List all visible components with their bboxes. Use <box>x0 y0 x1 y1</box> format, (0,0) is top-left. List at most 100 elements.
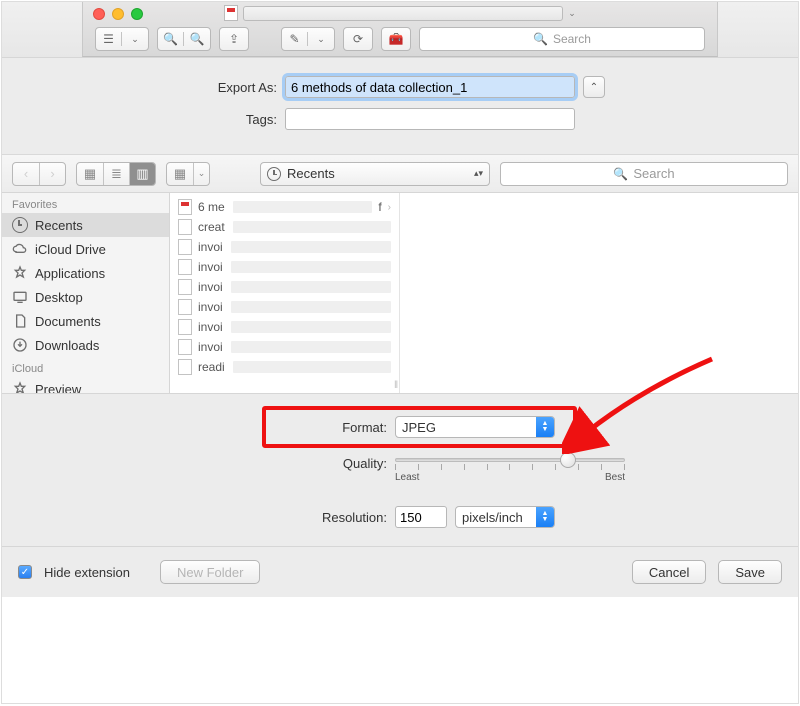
resolution-input[interactable] <box>395 506 447 528</box>
slider-thumb[interactable] <box>560 452 576 468</box>
file-name: invoi <box>198 300 223 314</box>
desktop-icon <box>12 289 28 305</box>
highlight-icon[interactable]: ✎ <box>282 32 308 46</box>
pdf-icon <box>178 199 192 215</box>
quality-slider[interactable]: Least Best <box>395 448 625 478</box>
file-row[interactable]: invoi <box>170 297 399 317</box>
file-icon <box>178 279 192 295</box>
search-icon: 🔍 <box>533 32 548 46</box>
file-row[interactable]: invoi <box>170 337 399 357</box>
share-button[interactable]: ⇪ <box>219 27 249 51</box>
file-name: creat <box>198 220 225 234</box>
location-dropdown[interactable]: Recents ▴▾ <box>260 162 490 186</box>
chevron-updown-icon: ▲▼ <box>536 417 554 437</box>
recents-icon <box>12 217 28 233</box>
zoom-in-icon[interactable]: 🔍 <box>184 32 210 46</box>
sidebar-icon[interactable]: ☰ <box>96 32 122 46</box>
file-icon <box>178 219 192 235</box>
cancel-button[interactable]: Cancel <box>632 560 706 584</box>
markup-segment[interactable]: ✎ ⌄ <box>281 27 335 51</box>
export-options: Format: JPEG ▲▼ Quality: Least Best Reso <box>2 393 798 547</box>
quality-least-label: Least <box>395 472 419 483</box>
sidebar-item-label: Applications <box>35 266 105 281</box>
expand-collapse-button[interactable]: ⌃ <box>583 76 605 98</box>
zoom-out-icon[interactable]: 🔍 <box>158 32 184 46</box>
format-select[interactable]: JPEG ▲▼ <box>395 416 555 438</box>
view-mode-segment[interactable]: ▦ ≣ ▥ <box>76 162 156 186</box>
documents-icon <box>12 313 28 329</box>
sidebar-item-applications[interactable]: Applications <box>2 261 169 285</box>
file-icon <box>178 239 192 255</box>
sidebar-item-downloads[interactable]: Downloads <box>2 333 169 357</box>
dialog-footer: ✓ Hide extension New Folder Cancel Save <box>2 547 798 597</box>
back-button[interactable]: ‹ <box>13 163 39 185</box>
sidebar-item-label: iCloud Drive <box>35 242 106 257</box>
column-resize-handle[interactable]: ‖ <box>394 380 400 391</box>
chevron-down-icon: ⌄ <box>568 8 576 19</box>
file-row[interactable]: invoi <box>170 237 399 257</box>
file-name: invoi <box>198 320 223 334</box>
resolution-unit-value: pixels/inch <box>462 510 523 525</box>
downloads-icon <box>12 337 28 353</box>
sidebar-view-segment[interactable]: ☰ ⌄ <box>95 27 149 51</box>
file-browser-search-input[interactable]: 🔍 Search <box>500 162 788 186</box>
group-by-dropdown[interactable]: ▦ ⌄ <box>166 162 210 186</box>
applications-icon <box>12 265 28 281</box>
file-row[interactable]: readi <box>170 357 399 377</box>
sidebar-item-label: Desktop <box>35 290 83 305</box>
export-filename-input[interactable] <box>285 76 575 98</box>
preview-pane: ‖ <box>400 193 798 393</box>
new-folder-button[interactable]: New Folder <box>160 560 260 584</box>
quality-best-label: Best <box>605 472 625 483</box>
file-icon <box>178 259 192 275</box>
chevron-down-icon[interactable]: ⌄ <box>122 34 148 45</box>
sidebar-item-label: Documents <box>35 314 101 329</box>
nav-back-forward[interactable]: ‹ › <box>12 162 66 186</box>
file-name: invoi <box>198 280 223 294</box>
file-row[interactable]: invoi <box>170 317 399 337</box>
window-titlebar: ⌄ ☰ ⌄ 🔍 🔍 ⇪ ✎ ⌄ ⟳ 🧰 <box>2 2 798 58</box>
quality-label: Quality: <box>77 456 387 471</box>
sidebar-item-recents[interactable]: Recents <box>2 213 169 237</box>
file-name: invoi <box>198 340 223 354</box>
sidebar-item-icloud-drive[interactable]: iCloud Drive <box>2 237 169 261</box>
resolution-unit-select[interactable]: pixels/inch ▲▼ <box>455 506 555 528</box>
chevron-down-icon[interactable]: ⌄ <box>308 34 334 45</box>
file-row[interactable]: creat <box>170 217 399 237</box>
file-name: invoi <box>198 260 223 274</box>
rotate-button[interactable]: ⟳ <box>343 27 373 51</box>
file-row[interactable]: 6 me f › <box>170 197 399 217</box>
sidebar-item-label: Preview <box>35 382 81 394</box>
sidebar-item-label: Recents <box>35 218 83 233</box>
sidebar-item-desktop[interactable]: Desktop <box>2 285 169 309</box>
save-button[interactable]: Save <box>718 560 782 584</box>
recents-icon <box>267 167 281 181</box>
file-icon <box>178 319 192 335</box>
chevron-up-icon: ⌃ <box>590 82 598 93</box>
file-row[interactable]: invoi <box>170 277 399 297</box>
file-icon <box>178 339 192 355</box>
zoom-segment[interactable]: 🔍 🔍 <box>157 27 211 51</box>
hide-extension-checkbox[interactable]: ✓ <box>18 565 32 579</box>
grid-icon: ▦ <box>167 163 193 185</box>
chevron-right-icon: › <box>388 202 391 213</box>
hide-extension-label: Hide extension <box>44 565 130 580</box>
file-row[interactable]: invoi <box>170 257 399 277</box>
icon-view-button[interactable]: ▦ <box>77 163 103 185</box>
sidebar-item-documents[interactable]: Documents <box>2 309 169 333</box>
list-view-button[interactable]: ≣ <box>103 163 129 185</box>
sidebar-group-icloud: iCloud <box>2 357 169 377</box>
sidebar-group-favorites: Favorites <box>2 193 169 213</box>
tags-input[interactable] <box>285 108 575 130</box>
toolbar-search-input[interactable]: 🔍 Search <box>419 27 705 51</box>
format-label: Format: <box>77 420 387 435</box>
export-as-label: Export As: <box>67 80 277 95</box>
chevron-updown-icon: ▴▾ <box>474 168 483 179</box>
tags-label: Tags: <box>67 112 277 127</box>
sidebar-item-preview[interactable]: Preview <box>2 377 169 393</box>
column-view-button[interactable]: ▥ <box>129 163 155 185</box>
markup-toolbar-button[interactable]: 🧰 <box>381 27 411 51</box>
forward-button[interactable]: › <box>39 163 65 185</box>
sidebar: Favorites Recents iCloud Drive Applicati… <box>2 193 170 393</box>
resolution-label: Resolution: <box>77 510 387 525</box>
